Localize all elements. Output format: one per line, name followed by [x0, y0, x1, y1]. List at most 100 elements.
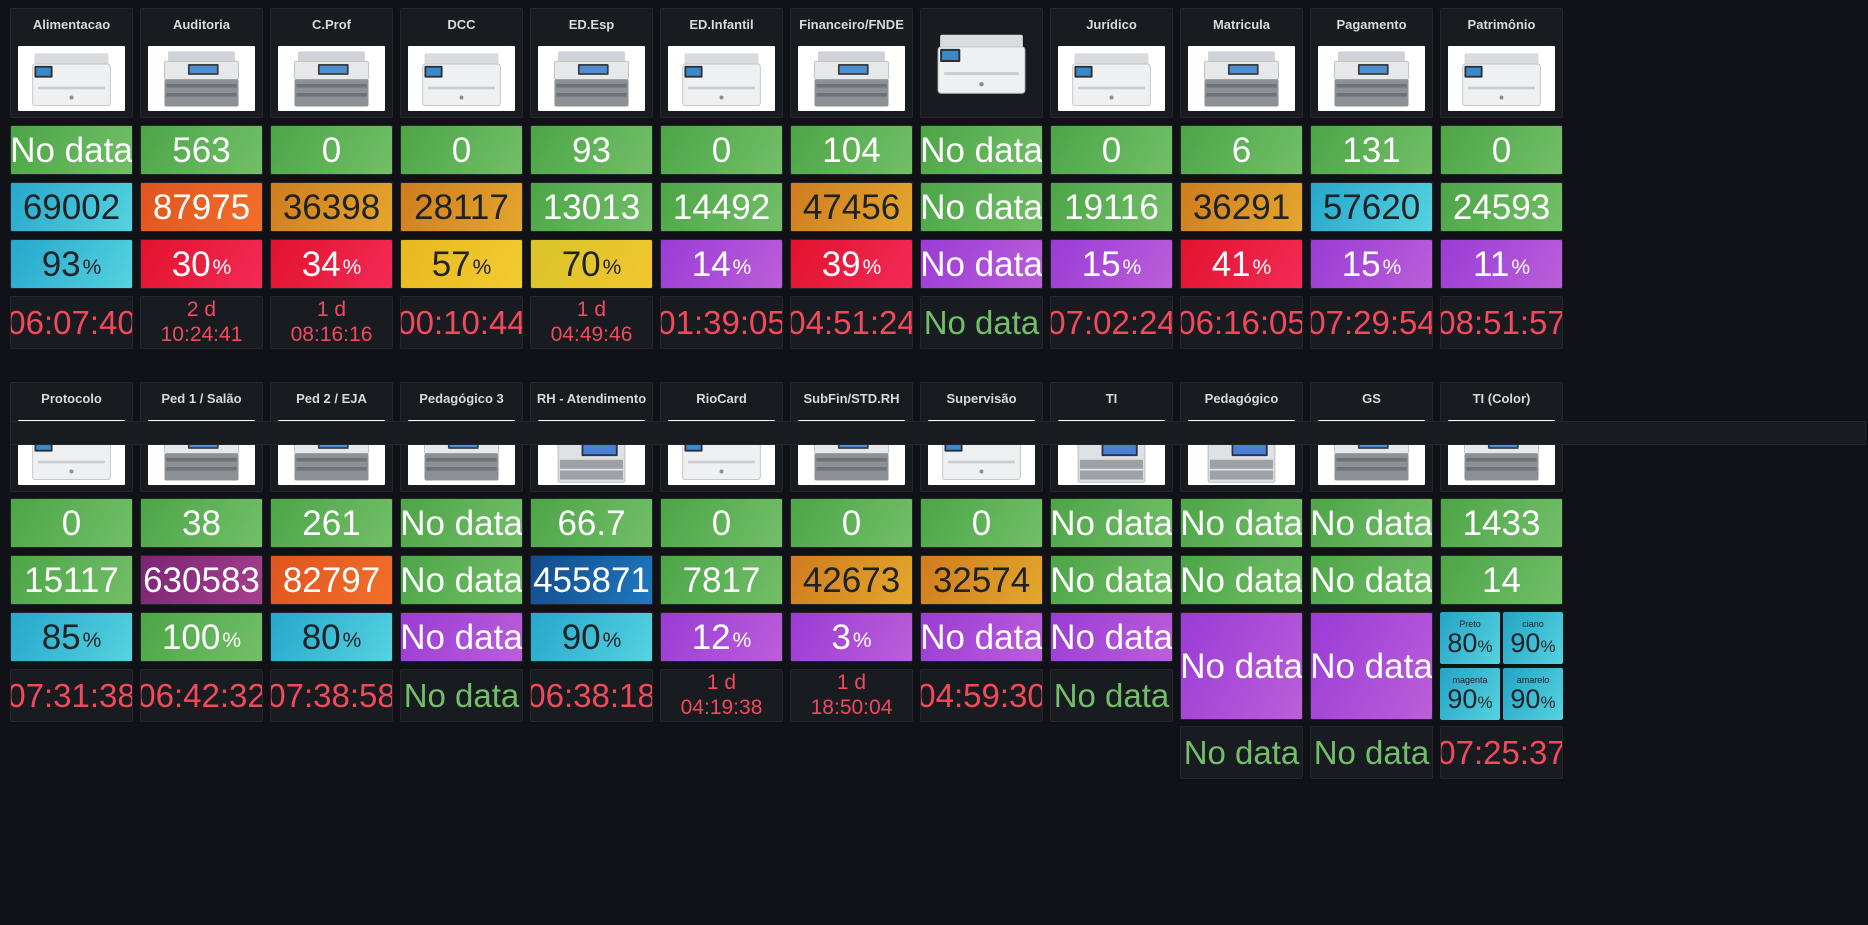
- uptime-value: No data: [923, 304, 1040, 341]
- uptime-stat: 06:38:18: [530, 669, 653, 722]
- uptime-days: 1 d: [836, 671, 867, 695]
- toner-level-stat: 80%: [270, 612, 393, 662]
- toner-level-stat-value: 90: [561, 617, 601, 657]
- uptime-stat: 07:02:24: [1050, 296, 1173, 349]
- printer-hp-icon: [668, 46, 775, 111]
- toner-level-stat-value: 80: [301, 617, 341, 657]
- printer-name: Supervisão: [946, 391, 1017, 406]
- total-count-stat: 7817: [660, 555, 783, 605]
- toner-level-stat-value: 15: [1081, 244, 1121, 284]
- uptime-days: 1 d: [316, 298, 347, 322]
- toner-level-stat-value: 57: [431, 244, 471, 284]
- toner-level-stat: No data: [1180, 612, 1303, 720]
- printer-panel: Patrimônio: [1440, 8, 1563, 118]
- page-count-stat-value: 0: [451, 130, 472, 170]
- toner-level-stat: 70%: [530, 239, 653, 289]
- page-count-stat-value: 93: [572, 130, 611, 170]
- printer-name: Matricula: [1212, 17, 1271, 32]
- total-count-stat: No data: [1180, 555, 1303, 605]
- toner-level-stat: 15%: [1050, 239, 1173, 289]
- toner-level-stat: 14%: [660, 239, 783, 289]
- uptime-stat: 08:51:57: [1440, 296, 1563, 349]
- toner-level-stat-value: 39: [821, 244, 861, 284]
- uptime-value: 07:29:54: [1310, 304, 1433, 341]
- printer-oki-icon: [798, 46, 905, 111]
- uptime-value: 04:51:24: [790, 304, 913, 341]
- uptime-value: No data: [1053, 677, 1170, 714]
- total-count-stat-value: No data: [1050, 560, 1173, 600]
- total-count-stat: 87975: [140, 182, 263, 232]
- toner-level-stat-unit: %: [852, 629, 872, 652]
- page-count-stat: 563: [140, 125, 263, 175]
- total-count-stat-value: 47456: [802, 187, 901, 227]
- toner-ciano-stat: ciano 90%: [1503, 612, 1563, 664]
- total-count-stat-value: 42673: [802, 560, 901, 600]
- printer-name: Financeiro/FNDE: [799, 17, 904, 32]
- page-count-stat-value: 38: [182, 503, 221, 543]
- printer-hp-icon: [408, 46, 515, 111]
- uptime-value: No data: [403, 677, 520, 714]
- page-count-stat-value: 0: [711, 503, 732, 543]
- page-count-stat: 0: [1050, 125, 1173, 175]
- uptime-days: 1 d: [576, 298, 607, 322]
- toner-number: 90: [1510, 628, 1541, 659]
- printer-name: ED.Esp: [568, 17, 615, 32]
- total-count-stat: 630583: [140, 555, 263, 605]
- uptime-stat: No data: [1310, 726, 1433, 779]
- total-count-stat-value: 28117: [414, 187, 509, 227]
- total-count-stat: No data: [920, 182, 1043, 232]
- printer-panel: Matricula: [1180, 8, 1303, 118]
- uptime-time: 04:19:38: [680, 695, 763, 719]
- printer-name: RH - Atendimento: [536, 391, 647, 406]
- total-count-stat-value: 87975: [152, 187, 251, 227]
- printer-oki-icon: [1188, 46, 1295, 111]
- total-count-stat: No data: [1050, 555, 1173, 605]
- total-count-stat: 14: [1440, 555, 1563, 605]
- total-count-stat-value: No data: [400, 560, 523, 600]
- total-count-stat: 13013: [530, 182, 653, 232]
- toner-level-stat-unit: %: [472, 256, 492, 279]
- toner-level-stat: No data: [400, 612, 523, 662]
- page-count-stat: 38: [140, 498, 263, 548]
- printer-name: TI (Color): [1472, 391, 1531, 406]
- uptime-stat: 1 d 08:16:16: [270, 296, 393, 349]
- page-count-stat: No data: [1050, 498, 1173, 548]
- total-count-stat: 15117: [10, 555, 133, 605]
- uptime-stat: 1 d 04:19:38: [660, 669, 783, 722]
- printer-name: TI: [1105, 391, 1118, 406]
- uptime-stat: 01:39:05: [660, 296, 783, 349]
- toner-level-stat-value: 34: [301, 244, 341, 284]
- uptime-value: 06:38:18: [530, 677, 653, 714]
- toner-unit: %: [1540, 637, 1556, 657]
- toner-value: 90%: [1447, 685, 1492, 713]
- printer-panel: Pagamento: [1310, 8, 1433, 118]
- toner-unit: %: [1477, 637, 1493, 657]
- page-count-stat: 0: [790, 498, 913, 548]
- toner-level-stat-unit: %: [1382, 256, 1402, 279]
- toner-level-stat-unit: %: [1511, 256, 1531, 279]
- toner-level-stat: 30%: [140, 239, 263, 289]
- printer-hp-icon: [926, 15, 1037, 111]
- dashboard: Alimentacao Auditoria C.Prof DCC ED.Esp ED.In…: [0, 0, 1868, 925]
- page-count-stat: 0: [660, 125, 783, 175]
- page-count-stat-value: 104: [822, 130, 881, 170]
- toner-value: 80%: [1447, 629, 1492, 657]
- printer-panel: C.Prof: [270, 8, 393, 118]
- toner-level-stat-value: 70: [561, 244, 601, 284]
- page-count-stat-value: 66.7: [557, 503, 626, 543]
- toner-amarelo-stat: amarelo 90%: [1503, 668, 1563, 720]
- page-count-stat: 0: [920, 498, 1043, 548]
- toner-level-stat: 85%: [10, 612, 133, 662]
- total-count-stat: 455871: [530, 555, 653, 605]
- page-count-stat-value: No data: [400, 503, 523, 543]
- total-count-stat-value: 19116: [1064, 187, 1159, 227]
- toner-unit: %: [1540, 693, 1556, 713]
- uptime-stat: 06:16:05: [1180, 296, 1303, 349]
- page-count-stat: 93: [530, 125, 653, 175]
- page-count-stat-value: 0: [841, 503, 862, 543]
- toner-level-stat-value: 41: [1211, 244, 1251, 284]
- total-count-stat: 69002: [10, 182, 133, 232]
- uptime-stat: 07:31:38: [10, 669, 133, 722]
- uptime-stat: No data: [920, 296, 1043, 349]
- toner-level-stat-unit: %: [1252, 256, 1272, 279]
